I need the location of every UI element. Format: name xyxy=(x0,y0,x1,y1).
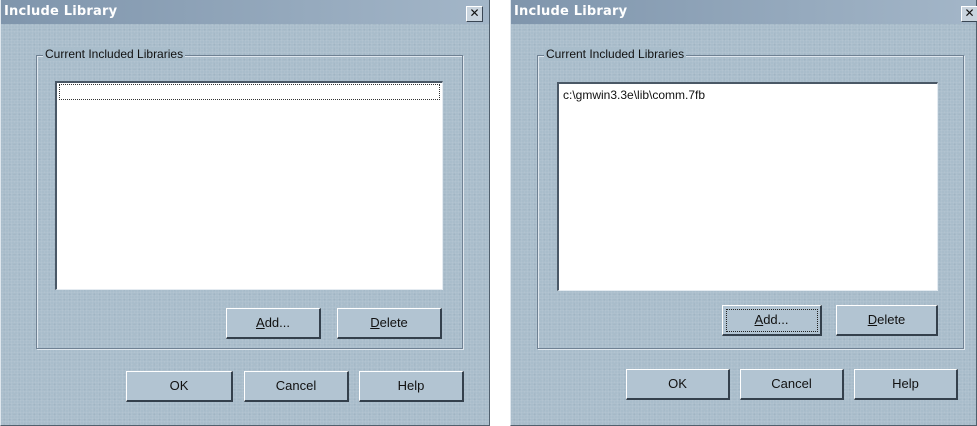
delete-label-rest: elete xyxy=(877,312,906,327)
title-bar[interactable]: Include Library ✕ xyxy=(1,0,489,24)
cancel-button[interactable]: Cancel xyxy=(740,369,844,400)
help-label: Help xyxy=(397,378,425,393)
dialog-title: Include Library xyxy=(514,4,628,19)
list-item[interactable]: c:\gmwin3.3e\lib\comm.7fb xyxy=(563,88,705,102)
ok-label: OK xyxy=(169,378,189,393)
add-button[interactable]: Add... xyxy=(722,305,822,336)
add-label-rest: dd... xyxy=(763,312,789,327)
delete-label-rest: elete xyxy=(379,315,408,330)
close-button[interactable]: ✕ xyxy=(466,6,483,22)
add-button[interactable]: Add... xyxy=(226,308,321,339)
add-label-rest: dd... xyxy=(264,315,290,330)
group-label: Current Included Libraries xyxy=(43,47,186,61)
delete-button[interactable]: Delete xyxy=(337,308,442,339)
add-mnemonic: A xyxy=(256,315,265,330)
ok-button[interactable]: OK xyxy=(126,371,233,402)
library-list[interactable] xyxy=(55,81,443,290)
delete-mnemonic: D xyxy=(867,312,878,327)
help-button[interactable]: Help xyxy=(359,371,464,402)
library-list[interactable]: c:\gmwin3.3e\lib\comm.7fb xyxy=(557,82,938,291)
list-focus-rect xyxy=(59,84,440,100)
cancel-button[interactable]: Cancel xyxy=(244,371,349,402)
included-libraries-group: Current Included Libraries c:\gmwin3.3e\… xyxy=(537,47,964,349)
ok-button[interactable]: OK xyxy=(626,369,730,400)
add-mnemonic: A xyxy=(754,312,764,327)
title-bar[interactable]: Include Library ✕ xyxy=(511,0,977,24)
include-library-dialog: Include Library ✕ Current Included Libra… xyxy=(510,0,977,426)
close-button[interactable]: ✕ xyxy=(961,6,977,22)
ok-label: OK xyxy=(668,376,687,391)
group-label: Current Included Libraries xyxy=(544,47,687,61)
included-libraries-group: Current Included Libraries Add... Delete xyxy=(36,47,463,349)
close-icon: ✕ xyxy=(964,6,975,20)
delete-mnemonic: D xyxy=(370,315,380,330)
help-label: Help xyxy=(892,376,919,391)
help-button[interactable]: Help xyxy=(854,369,958,400)
close-icon: ✕ xyxy=(469,6,480,20)
cancel-label: Cancel xyxy=(771,376,812,391)
cancel-label: Cancel xyxy=(275,378,317,393)
include-library-dialog: Include Library ✕ Current Included Libra… xyxy=(0,0,490,426)
dialog-title: Include Library xyxy=(4,4,118,19)
delete-button[interactable]: Delete xyxy=(836,305,938,336)
